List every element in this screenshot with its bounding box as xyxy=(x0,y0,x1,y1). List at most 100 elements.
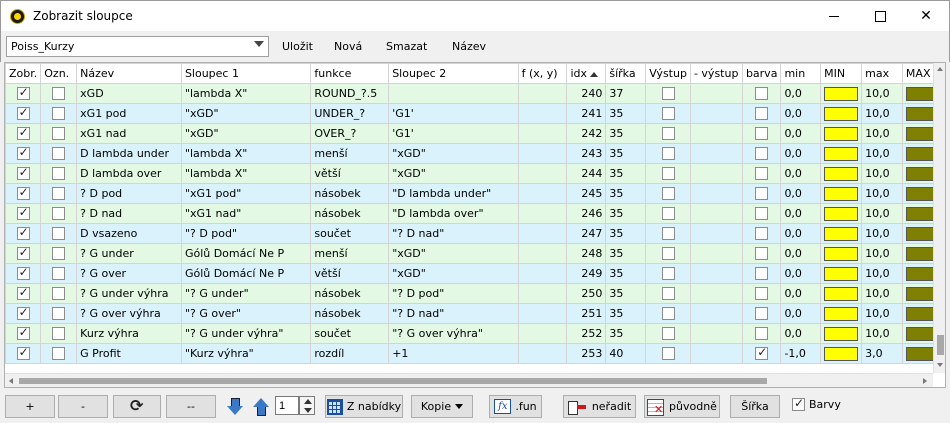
name-cell[interactable]: G Profit xyxy=(76,343,182,364)
fxy-cell[interactable] xyxy=(517,283,568,304)
min-color-swatch[interactable] xyxy=(824,246,859,261)
name-cell[interactable]: xGD xyxy=(76,83,182,104)
min-cell[interactable]: 0,0 xyxy=(780,323,822,344)
min-cell[interactable] xyxy=(820,283,863,304)
color-cell[interactable] xyxy=(741,83,782,104)
clear-button[interactable]: -- xyxy=(166,395,216,418)
show-checkbox[interactable] xyxy=(16,325,30,341)
table-row[interactable]: ? G under výhra"? G under"násobek"? D po… xyxy=(5,283,945,304)
fxy-cell[interactable] xyxy=(517,203,568,224)
column-header[interactable]: min xyxy=(780,63,822,84)
output-checkbox[interactable] xyxy=(661,307,675,321)
show-checkbox[interactable] xyxy=(16,205,30,221)
copy-button[interactable]: Kopie xyxy=(411,395,473,418)
min-cell[interactable]: 0,0 xyxy=(780,223,822,244)
idx-cell[interactable]: 251 xyxy=(566,303,607,324)
output-checkbox[interactable] xyxy=(661,287,675,301)
column1-cell[interactable]: Gólů Domácí Ne P xyxy=(180,263,312,284)
color-checkbox[interactable] xyxy=(755,167,769,181)
color-checkbox[interactable] xyxy=(755,207,769,221)
min-color-swatch[interactable] xyxy=(824,326,859,341)
output-cell[interactable] xyxy=(645,123,691,144)
table-row[interactable]: D lambda over"lambda X"větší"xGD" 24435 0,… xyxy=(5,163,945,184)
table-row[interactable]: Kurz výhra"? G under výhra"součet"? G ov… xyxy=(5,323,945,344)
output-cell[interactable] xyxy=(645,303,691,324)
min-cell[interactable]: 0,0 xyxy=(780,303,822,324)
max-cell[interactable]: 10,0 xyxy=(861,163,903,184)
fxy-cell[interactable] xyxy=(517,83,568,104)
color-cell[interactable] xyxy=(741,103,782,124)
column2-cell[interactable]: 'G1' xyxy=(388,123,519,144)
min-color-swatch[interactable] xyxy=(824,286,859,301)
column1-cell[interactable]: "Kurz výhra" xyxy=(180,343,312,364)
max-cell[interactable]: 10,0 xyxy=(861,303,903,324)
max-cell[interactable]: 10,0 xyxy=(861,243,903,264)
output-cell[interactable] xyxy=(645,183,691,204)
min-color-swatch[interactable] xyxy=(824,266,859,281)
min-cell[interactable]: 0,0 xyxy=(780,203,822,224)
minus-output-cell[interactable] xyxy=(689,223,743,244)
mark-checkbox[interactable] xyxy=(52,207,66,221)
color-cell[interactable] xyxy=(741,203,782,224)
min-cell[interactable]: 0,0 xyxy=(780,243,822,264)
column1-cell[interactable]: Gólů Domácí Ne P xyxy=(180,243,312,264)
output-checkbox[interactable] xyxy=(661,127,675,141)
mark-checkbox[interactable] xyxy=(52,327,66,341)
show-cell[interactable] xyxy=(5,203,42,224)
min-cell[interactable] xyxy=(820,143,863,164)
mark-cell[interactable] xyxy=(40,123,78,144)
show-cell[interactable] xyxy=(5,303,42,324)
min-color-swatch[interactable] xyxy=(824,226,859,241)
max-cell[interactable]: 10,0 xyxy=(861,263,903,284)
scroll-right-icon[interactable] xyxy=(923,378,927,384)
name-cell[interactable]: ? G under výhra xyxy=(76,283,182,304)
table-row[interactable]: xGD"lambda X"ROUND_?.5 24037 0,0 10,0 xyxy=(5,83,945,104)
minus-output-cell[interactable] xyxy=(689,203,743,224)
column1-cell[interactable]: "? G under" xyxy=(180,283,312,304)
show-checkbox[interactable] xyxy=(16,125,30,141)
color-checkbox[interactable] xyxy=(755,247,769,261)
show-checkbox[interactable] xyxy=(16,265,30,281)
mark-cell[interactable] xyxy=(40,183,78,204)
max-cell[interactable]: 10,0 xyxy=(861,123,903,144)
function-cell[interactable]: menší xyxy=(310,243,390,264)
column1-cell[interactable]: "xG1 nad" xyxy=(180,203,312,224)
color-cell[interactable] xyxy=(741,243,782,264)
output-checkbox[interactable] xyxy=(661,267,675,281)
min-cell[interactable] xyxy=(820,203,863,224)
color-checkbox[interactable] xyxy=(755,287,769,301)
color-cell[interactable] xyxy=(741,263,782,284)
show-cell[interactable] xyxy=(5,103,42,124)
idx-cell[interactable]: 249 xyxy=(566,263,607,284)
column-header[interactable]: f (x, y) xyxy=(517,63,568,84)
close-button[interactable]: ✕ xyxy=(903,1,949,31)
minus-output-cell[interactable] xyxy=(689,343,743,364)
table-row[interactable]: ? G over výhra"? G over"násobek"? D nad"… xyxy=(5,303,945,324)
show-checkbox[interactable] xyxy=(16,245,30,261)
min-color-swatch[interactable] xyxy=(824,166,859,181)
column2-cell[interactable]: "D lambda over" xyxy=(388,203,519,224)
column2-cell[interactable]: "? D nad" xyxy=(388,223,519,244)
color-cell[interactable] xyxy=(741,143,782,164)
show-cell[interactable] xyxy=(5,263,42,284)
fxy-cell[interactable] xyxy=(517,163,568,184)
function-cell[interactable]: UNDER_? xyxy=(310,103,390,124)
table-row[interactable]: ? G underGólů Domácí Ne Pmenší"xGD" 24835… xyxy=(5,243,945,264)
idx-cell[interactable]: 244 xyxy=(566,163,607,184)
show-checkbox[interactable] xyxy=(16,85,30,101)
function-cell[interactable]: větší xyxy=(310,163,390,184)
min-cell[interactable]: 0,0 xyxy=(780,183,822,204)
move-up-button[interactable] xyxy=(250,395,272,418)
scroll-left-icon[interactable] xyxy=(9,378,13,384)
preset-select[interactable]: Poiss_Kurzy xyxy=(6,36,269,57)
minus-output-cell[interactable] xyxy=(689,163,743,184)
min-cell[interactable]: 0,0 xyxy=(780,143,822,164)
name-cell[interactable]: D lambda over xyxy=(76,163,182,184)
max-cell[interactable]: 3,0 xyxy=(861,343,903,364)
idx-cell[interactable]: 252 xyxy=(566,323,607,344)
idx-cell[interactable]: 245 xyxy=(566,183,607,204)
max-cell[interactable]: 10,0 xyxy=(861,183,903,204)
output-checkbox[interactable] xyxy=(661,347,675,361)
color-cell[interactable] xyxy=(741,323,782,344)
output-cell[interactable] xyxy=(645,263,691,284)
